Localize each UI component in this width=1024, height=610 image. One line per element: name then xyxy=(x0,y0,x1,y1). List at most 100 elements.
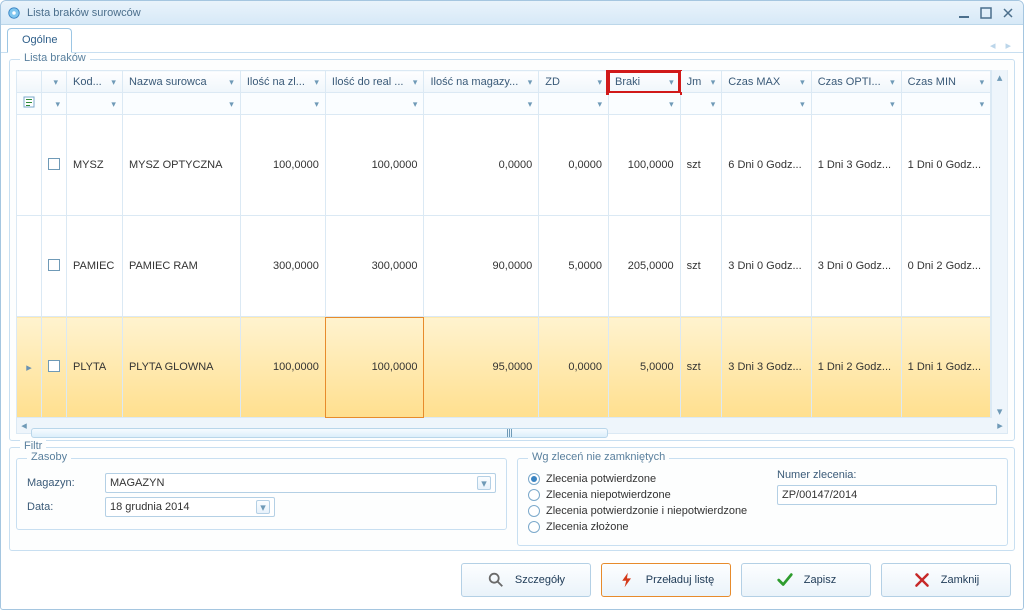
col-czas-opt[interactable]: Czas OPTI... xyxy=(811,71,901,93)
chevron-down-icon[interactable]: ▾ xyxy=(477,476,491,490)
scroll-up-icon[interactable]: ▴ xyxy=(992,70,1007,84)
button-label: Zamknij xyxy=(941,574,980,586)
cell-zl: 100,0000 xyxy=(240,317,325,418)
col-ilosc-zl[interactable]: Ilość na zl... xyxy=(240,71,325,93)
data-grid[interactable]: Kod... Nazwa surowca Ilość na zl... Iloś… xyxy=(16,70,991,418)
col-braki[interactable]: Braki xyxy=(608,71,680,93)
tab-general[interactable]: Ogólne xyxy=(7,28,72,53)
tab-prev-icon[interactable]: ◂ xyxy=(990,39,996,52)
tab-next-icon[interactable]: ▸ xyxy=(1005,39,1011,52)
filter-icon[interactable] xyxy=(592,76,602,88)
save-button[interactable]: Zapisz xyxy=(741,563,871,597)
list-legend: Lista braków xyxy=(20,53,90,64)
date-value: 18 grudnia 2014 xyxy=(110,501,190,513)
filter-icon[interactable] xyxy=(48,76,58,88)
row-checkbox[interactable] xyxy=(42,216,67,317)
col-nazwa[interactable]: Nazwa surowca xyxy=(122,71,240,93)
filter-icon[interactable] xyxy=(413,98,418,110)
col-czas-max[interactable]: Czas MAX xyxy=(722,71,811,93)
filter-cell[interactable] xyxy=(608,93,680,115)
radio-label: Zlecenia potwierdzone xyxy=(546,473,656,485)
filter-icon[interactable] xyxy=(669,98,674,110)
cell-zd: 0,0000 xyxy=(539,115,609,216)
filter-icon[interactable] xyxy=(106,76,116,88)
filter-icon[interactable] xyxy=(980,98,985,110)
order-number-field[interactable]: ZP/00147/2014 xyxy=(777,485,997,505)
radio-unconfirmed[interactable]: Zlecenia niepotwierdzone xyxy=(528,489,759,501)
radio-submitted[interactable]: Zlecenia złożone xyxy=(528,521,759,533)
filter-cell[interactable] xyxy=(424,93,539,115)
scroll-left-icon[interactable]: ◂ xyxy=(17,418,31,433)
filter-icon[interactable] xyxy=(528,98,533,110)
filter-cell[interactable] xyxy=(67,93,123,115)
filter-icon[interactable] xyxy=(224,76,234,88)
filter-icon[interactable] xyxy=(407,76,417,88)
filter-cell[interactable] xyxy=(122,93,240,115)
filter-icon[interactable] xyxy=(711,98,716,110)
filter-icon[interactable] xyxy=(800,98,805,110)
close-window-button[interactable] xyxy=(997,5,1019,21)
scroll-right-icon[interactable]: ▸ xyxy=(993,418,1007,433)
cell-jm: szt xyxy=(680,216,722,317)
filter-cell[interactable] xyxy=(811,93,901,115)
minimize-button[interactable] xyxy=(953,5,975,21)
button-label: Zapisz xyxy=(804,574,836,586)
filter-icon[interactable] xyxy=(111,98,116,110)
cell-zl: 300,0000 xyxy=(240,216,325,317)
checkbox-header[interactable] xyxy=(42,71,67,93)
row-checkbox[interactable] xyxy=(42,317,67,418)
reload-button[interactable]: Przeładuj listę xyxy=(601,563,731,597)
col-zd[interactable]: ZD xyxy=(539,71,609,93)
table-row[interactable]: ▸ PLYTA PLYTA GLOWNA 100,0000 100,0000 9… xyxy=(17,317,991,418)
grid-scroll: Kod... Nazwa surowca Ilość na zl... Iloś… xyxy=(16,70,1008,418)
cell-mag: 90,0000 xyxy=(424,216,539,317)
col-ilosc-real[interactable]: Ilość do real ... xyxy=(325,71,424,93)
filter-icon[interactable] xyxy=(309,76,319,88)
filter-icon[interactable] xyxy=(974,76,984,88)
horizontal-scrollbar[interactable]: ◂ ▸ xyxy=(16,418,1008,434)
col-jm[interactable]: Jm xyxy=(680,71,722,93)
col-czas-min[interactable]: Czas MIN xyxy=(901,71,990,93)
chevron-down-icon[interactable]: ▾ xyxy=(256,500,270,514)
table-row[interactable]: PAMIEC PAMIEC RAM 300,0000 300,0000 90,0… xyxy=(17,216,991,317)
scroll-down-icon[interactable]: ▾ xyxy=(992,404,1007,418)
filter-icon[interactable] xyxy=(229,98,234,110)
filter-cell[interactable] xyxy=(722,93,811,115)
col-ilosc-mag[interactable]: Ilość na magazy... xyxy=(424,71,539,93)
filter-cell[interactable] xyxy=(42,93,67,115)
filter-icon[interactable] xyxy=(55,98,60,110)
app-icon xyxy=(7,6,21,20)
filter-cell[interactable] xyxy=(901,93,990,115)
magazyn-label: Magazyn: xyxy=(27,477,97,489)
filter-icon[interactable] xyxy=(890,98,895,110)
cell-max: 6 Dni 0 Godz... xyxy=(722,115,811,216)
cell-kod: PAMIEC xyxy=(67,216,123,317)
scrollbar-thumb[interactable] xyxy=(31,428,608,438)
row-checkbox[interactable] xyxy=(42,115,67,216)
table-row[interactable]: MYSZ MYSZ OPTYCZNA 100,0000 100,0000 0,0… xyxy=(17,115,991,216)
col-kod[interactable]: Kod... xyxy=(67,71,123,93)
close-button[interactable]: Zamknij xyxy=(881,563,1011,597)
filter-icon[interactable] xyxy=(522,76,532,88)
cell-max: 3 Dni 0 Godz... xyxy=(722,216,811,317)
filter-icon[interactable] xyxy=(314,98,319,110)
radio-icon xyxy=(528,489,540,501)
filter-cell[interactable] xyxy=(240,93,325,115)
filter-icon[interactable] xyxy=(705,76,715,88)
filter-icon[interactable] xyxy=(885,76,895,88)
lightning-icon xyxy=(618,571,636,589)
filter-cell[interactable] xyxy=(539,93,609,115)
filter-icon[interactable] xyxy=(597,98,602,110)
filter-cell[interactable] xyxy=(680,93,722,115)
vertical-scrollbar[interactable]: ▴ ▾ xyxy=(991,70,1007,418)
filter-cell[interactable] xyxy=(325,93,424,115)
radio-confirmed[interactable]: Zlecenia potwierdzone xyxy=(528,473,759,485)
maximize-button[interactable] xyxy=(975,5,997,21)
radio-icon xyxy=(528,521,540,533)
details-button[interactable]: Szczegóły xyxy=(461,563,591,597)
date-picker[interactable]: 18 grudnia 2014 ▾ xyxy=(105,497,275,517)
filter-icon[interactable] xyxy=(664,76,674,88)
filter-icon[interactable] xyxy=(795,76,805,88)
radio-both[interactable]: Zlecenia potwierdzonie i niepotwierdzone xyxy=(528,505,759,517)
magazyn-select[interactable]: MAGAZYN ▾ xyxy=(105,473,496,493)
